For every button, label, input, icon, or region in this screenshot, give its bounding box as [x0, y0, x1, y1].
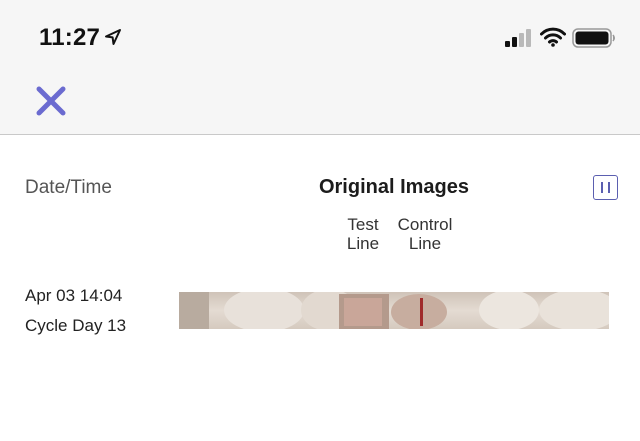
close-button[interactable] [34, 84, 68, 118]
control-line-label: Control Line [397, 215, 453, 253]
wifi-icon [540, 27, 566, 47]
row-date: Apr 03 14:04 [25, 286, 123, 305]
test-line-label: Test Line [346, 215, 380, 253]
status-time: 11:27 [39, 24, 101, 51]
battery-icon [572, 28, 615, 48]
location-arrow-icon [105, 29, 121, 45]
pause-button[interactable] [593, 175, 618, 200]
row-cycle-day: Cycle Day 13 [25, 316, 127, 335]
top-bar: 11:27 [0, 0, 640, 135]
cellular-signal-icon [505, 29, 531, 47]
close-icon [36, 86, 66, 116]
original-images-header: Original Images [318, 176, 470, 198]
test-strip-image[interactable] [179, 292, 609, 329]
date-time-header: Date/Time [25, 177, 112, 198]
